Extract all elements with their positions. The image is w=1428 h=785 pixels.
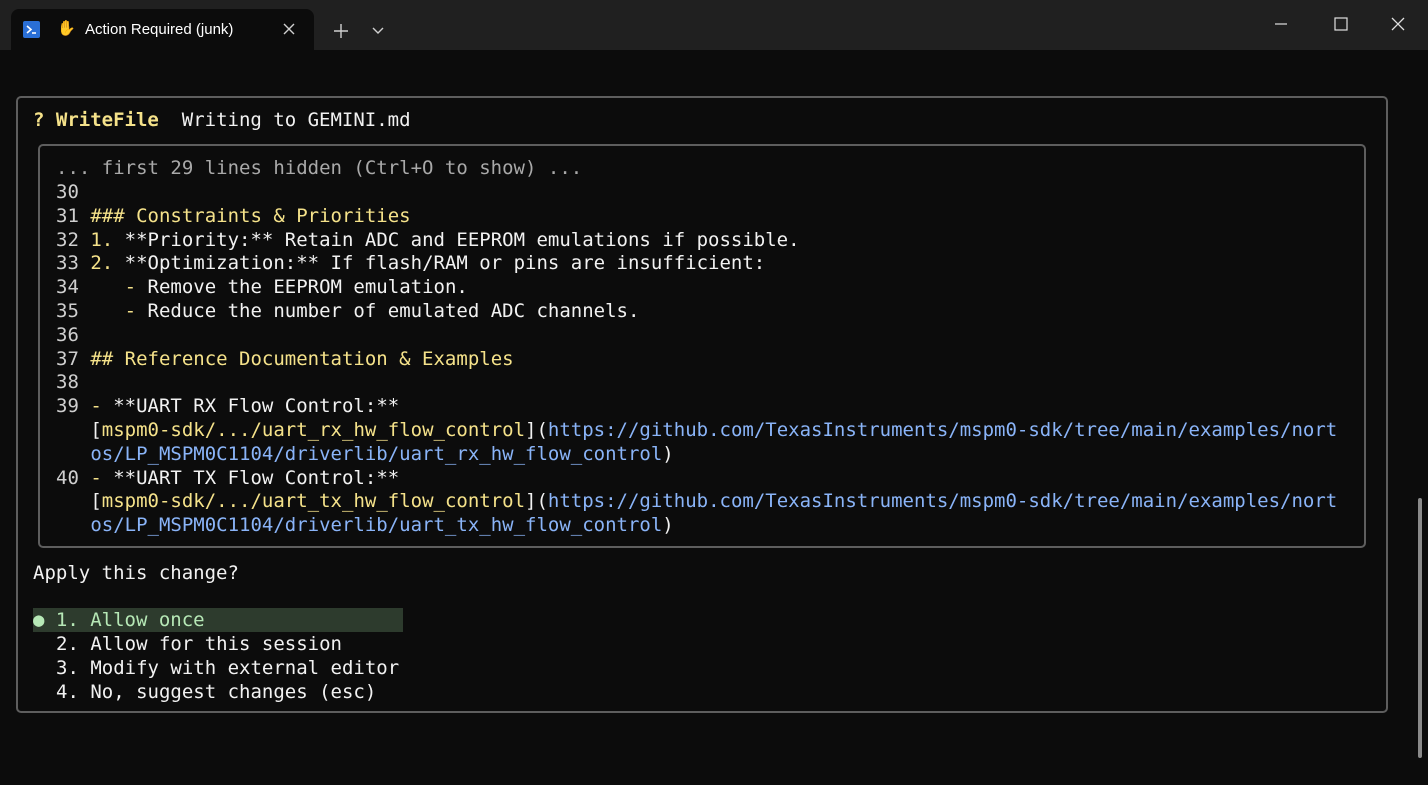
tool-description: Writing to GEMINI.md (181, 109, 411, 131)
terminal-area[interactable]: ? WriteFile Writing to GEMINI.md ... fir… (0, 50, 1428, 785)
line-number: 35 (56, 300, 91, 322)
code-text: **UART TX Flow Control:** (113, 466, 400, 489)
code-line: [mspm0-sdk/.../uart_tx_hw_flow_control](… (56, 489, 1337, 513)
code-line: 34 - Remove the EEPROM emulation. (56, 275, 468, 299)
line-number: 36 (56, 323, 91, 346)
tab-title: Action Required (junk) (85, 21, 234, 38)
maximize-icon[interactable] (1330, 14, 1352, 34)
code-text: ## Reference Documentation & Examples (90, 347, 514, 370)
code-text: 1. (90, 228, 125, 251)
code-line: 35 - Reduce the number of emulated ADC c… (56, 299, 639, 323)
line-number: 32 (56, 228, 91, 251)
new-tab-icon[interactable] (330, 20, 352, 42)
hidden-lines-notice: ... first 29 lines hidden (Ctrl+O to sho… (56, 157, 583, 179)
option-allow-once[interactable]: ● 1. Allow once (33, 608, 205, 632)
line-number (56, 419, 90, 441)
minimize-icon[interactable] (1270, 14, 1292, 34)
code-line: 36 (56, 323, 90, 347)
line-number: 40 (56, 466, 91, 489)
code-text: ]( (525, 419, 548, 441)
apply-prompt: Apply this change? (33, 562, 239, 584)
option-suggest-changes[interactable]: 4. No, suggest changes (esc) (56, 680, 376, 704)
option-label: 1. Allow once (55, 609, 205, 631)
code-line: 30 (56, 180, 90, 204)
selection-bullet-icon: ● (33, 609, 45, 631)
close-window-icon[interactable] (1387, 13, 1409, 35)
code-line: 39 - **UART RX Flow Control:** (56, 394, 399, 418)
code-line: os/LP_MSPM0C1104/driverlib/uart_tx_hw_fl… (56, 513, 674, 537)
code-text: - (90, 276, 148, 299)
code-line: 38 (56, 370, 90, 394)
raised-hand-icon: ✋ (57, 20, 76, 37)
code-text: 2. (90, 252, 125, 275)
code-text: [ (90, 490, 102, 513)
close-tab-icon[interactable] (279, 19, 299, 39)
code-text: **Optimization:** If flash/RAM or pins a… (124, 252, 766, 275)
dialog-header: ? WriteFile Writing to GEMINI.md (33, 108, 411, 132)
code-text: ]( (525, 490, 548, 513)
url-text[interactable]: os/LP_MSPM0C1104/driverlib/uart_tx_hw_fl… (90, 514, 662, 536)
line-number (56, 443, 90, 465)
title-bar: ✋ Action Required (junk) (0, 0, 1428, 50)
line-number (56, 490, 90, 512)
chevron-down-icon[interactable] (368, 22, 388, 40)
code-line: 40 - **UART TX Flow Control:** (56, 466, 399, 490)
code-text: Reduce the number of emulated ADC channe… (147, 300, 640, 322)
line-number: 38 (56, 371, 91, 394)
line-number: 30 (56, 181, 91, 203)
option-allow-session[interactable]: 2. Allow for this session (56, 632, 342, 656)
code-text: ### Constraints & Priorities (90, 204, 411, 227)
code-text: - (90, 466, 114, 489)
code-text: mspm0-sdk/.../uart_rx_hw_flow_control (101, 419, 526, 441)
code-line: [mspm0-sdk/.../uart_rx_hw_flow_control](… (56, 418, 1337, 442)
code-text: ) (662, 442, 674, 465)
code-text: - (90, 300, 148, 322)
url-text[interactable]: https://github.com/TexasInstruments/mspm… (548, 490, 1337, 512)
line-number: 33 (56, 252, 91, 275)
code-text: **Priority:** Retain ADC and EEPROM emul… (124, 228, 800, 251)
question-marker: ? (33, 109, 45, 131)
code-line: 31 ### Constraints & Priorities (56, 204, 411, 228)
tool-name: WriteFile (55, 109, 159, 131)
option-modify-external[interactable]: 3. Modify with external editor (56, 656, 399, 680)
line-number (56, 514, 90, 536)
code-text: ) (662, 514, 674, 537)
tab-action-required[interactable]: ✋ Action Required (junk) (11, 9, 314, 50)
code-text: Remove the EEPROM emulation. (147, 276, 468, 299)
code-line: os/LP_MSPM0C1104/driverlib/uart_rx_hw_fl… (56, 442, 674, 466)
code-text: - (90, 395, 114, 418)
line-number: 34 (56, 276, 91, 299)
code-text: mspm0-sdk/.../uart_tx_hw_flow_control (101, 490, 526, 513)
line-number: 39 (56, 395, 91, 418)
line-number: 37 (56, 347, 91, 370)
line-number: 31 (56, 204, 91, 227)
code-line: 33 2. **Optimization:** If flash/RAM or … (56, 251, 765, 275)
url-text[interactable]: https://github.com/TexasInstruments/mspm… (548, 419, 1337, 441)
url-text[interactable]: os/LP_MSPM0C1104/driverlib/uart_rx_hw_fl… (90, 443, 662, 465)
code-line: 37 ## Reference Documentation & Examples (56, 347, 514, 371)
code-text: [ (90, 419, 102, 441)
scrollbar[interactable] (1418, 498, 1422, 758)
powershell-icon (23, 21, 40, 38)
code-text: **UART RX Flow Control:** (113, 395, 400, 418)
code-line: 32 1. **Priority:** Retain ADC and EEPRO… (56, 228, 800, 252)
